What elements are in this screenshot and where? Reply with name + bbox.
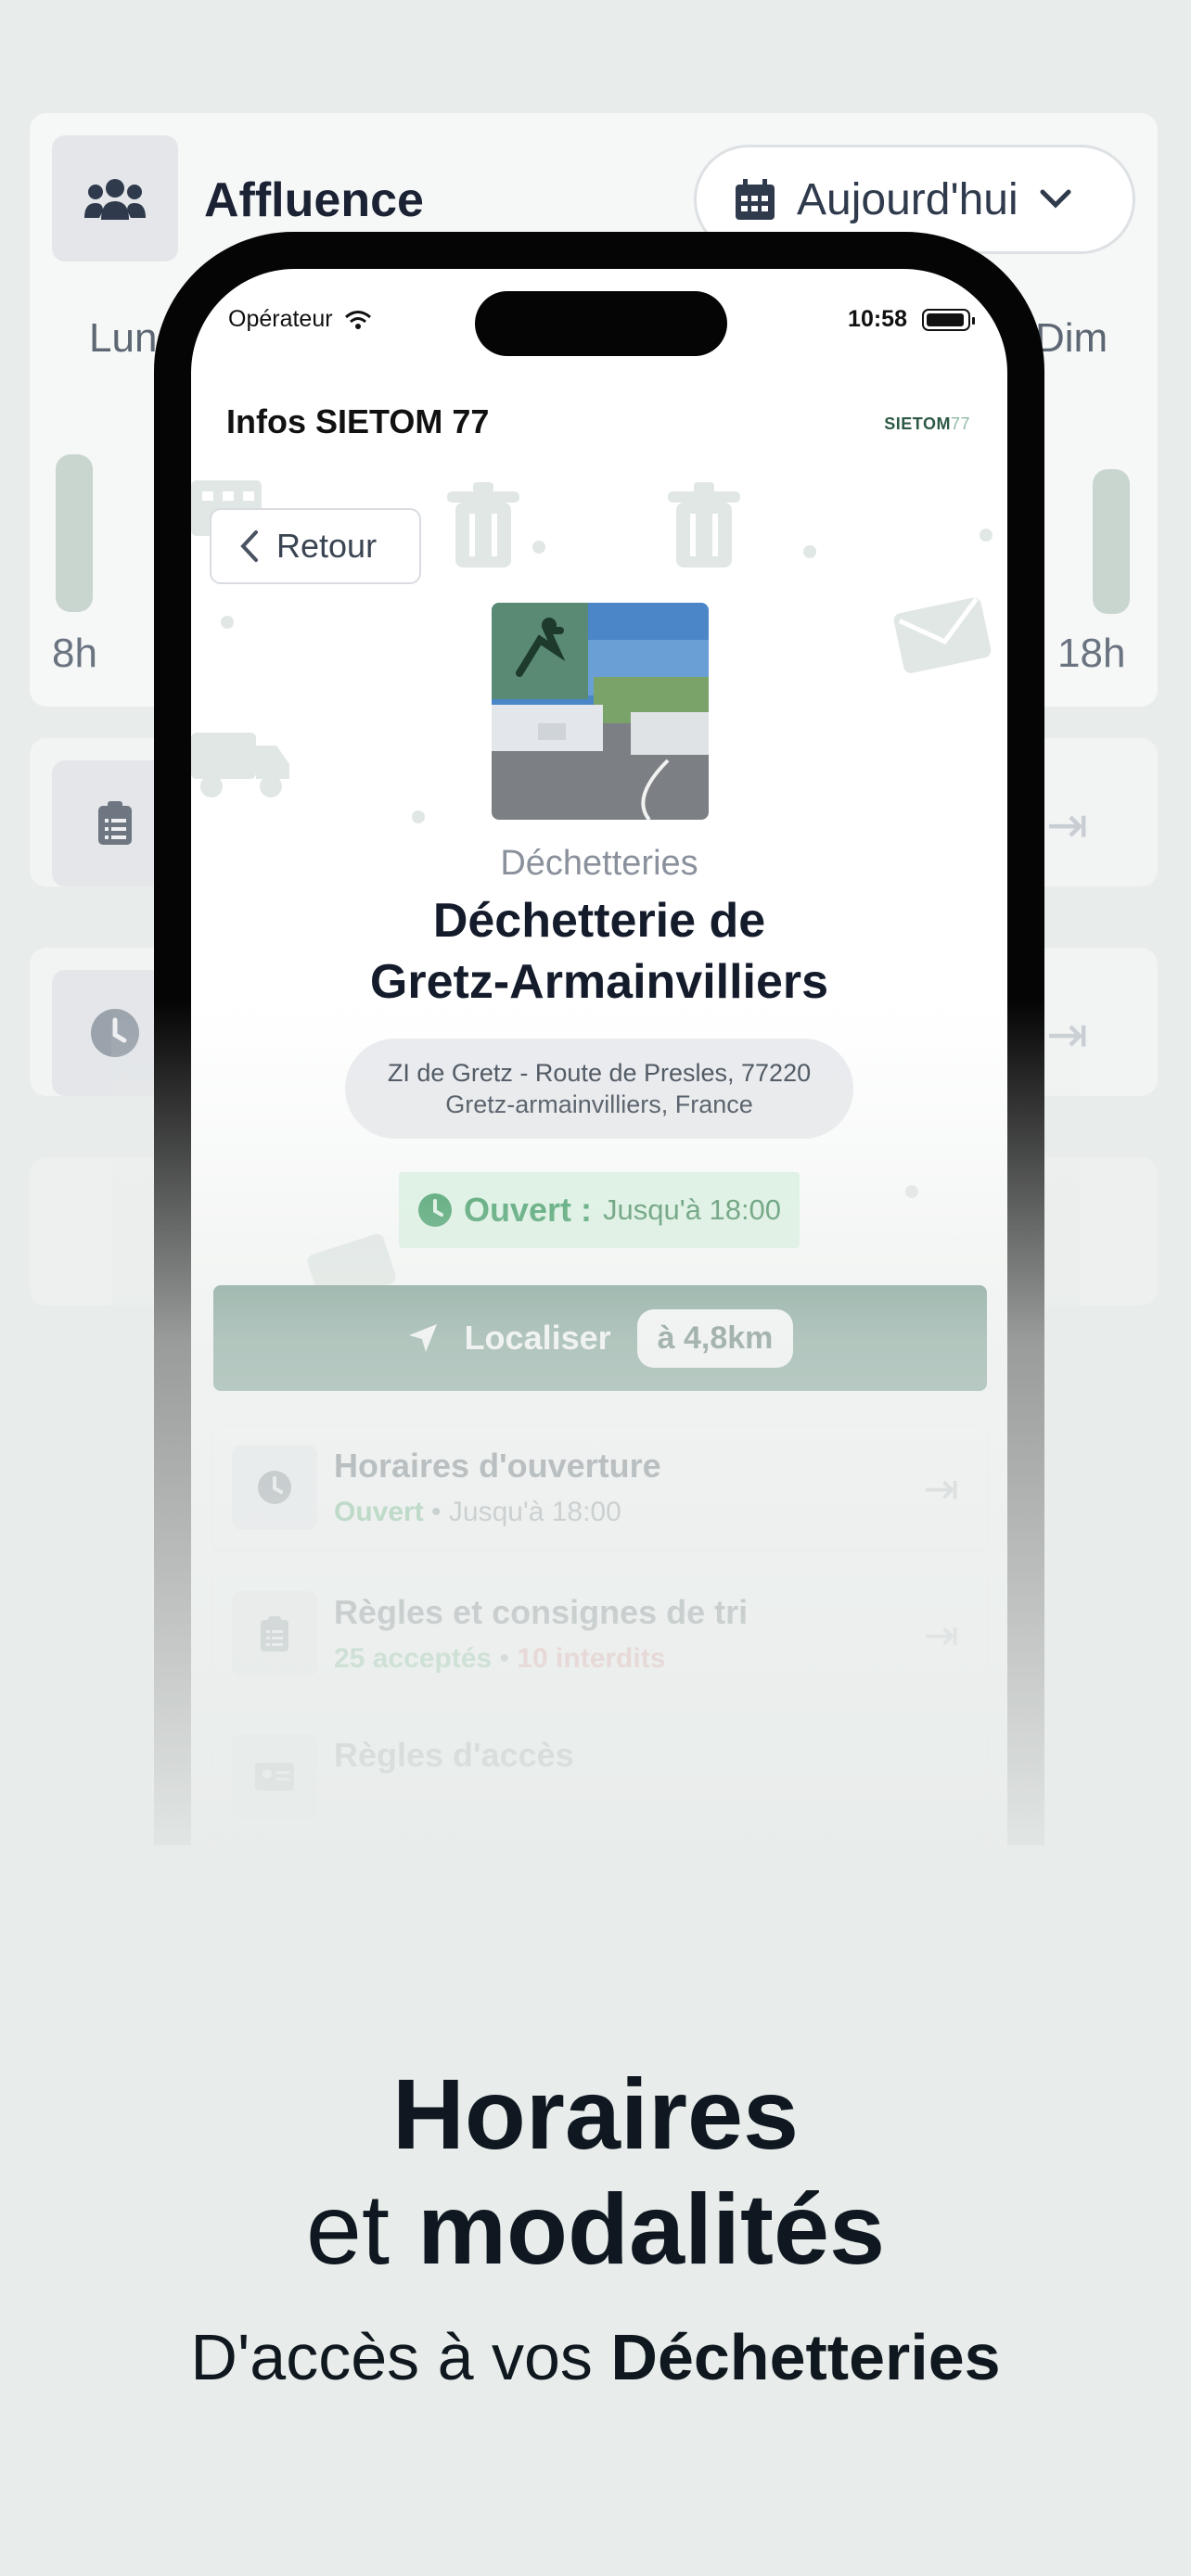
status-right: 10:58	[848, 306, 975, 333]
subline-bold: Déchetteries	[610, 2321, 1001, 2393]
deco-dot	[532, 541, 545, 554]
locate-button-label: Localiser	[464, 1319, 611, 1357]
chevron-down-icon	[1040, 189, 1071, 209]
battery-icon	[922, 308, 975, 331]
open-status-value: Jusqu'à 18:00	[602, 1193, 782, 1226]
opening-hours-title: Horaires d'ouverture	[334, 1447, 661, 1485]
sorting-rules-title: Règles et consignes de tri	[334, 1593, 749, 1631]
place-title-line2: Gretz-Armainvilliers	[369, 955, 829, 1009]
trash-bin-icon	[447, 482, 519, 567]
deco-dot	[980, 529, 992, 542]
calendar-icon	[736, 179, 775, 220]
affluence-bar	[1093, 469, 1130, 614]
back-button-label: Retour	[276, 527, 378, 565]
headline-line2-bold: modalités	[416, 2173, 886, 2285]
place-category: Déchetteries	[500, 844, 698, 883]
hour-label-start: 8h	[52, 631, 97, 676]
status-time: 10:58	[848, 306, 907, 332]
access-rules-row[interactable]: Règles d'accès	[213, 1715, 987, 1838]
deco-dot	[221, 616, 234, 629]
app-title: Infos SIETOM 77	[226, 402, 490, 440]
address-line1: ZI de Gretz - Route de Presles, 77220	[387, 1059, 812, 1087]
sietom-logo: SIETOM77	[884, 414, 970, 433]
opening-hours-subtitle: Ouvert • Jusqu'à 18:00	[334, 1497, 621, 1528]
day-label-lun: Lun	[89, 315, 158, 361]
phone-screen: Opérateur 10:58 Infos SIETOM 77 SIETOM77…	[191, 269, 1007, 1845]
place-title: Déchetterie de Gretz-Armainvilliers	[191, 890, 1007, 1013]
address-pill: ZI de Gretz - Route de Presles, 77220 Gr…	[345, 1039, 853, 1139]
dynamic-island	[475, 291, 727, 356]
marketing-headline: Horaires et modalités	[0, 2057, 1191, 2287]
envelope-icon	[893, 597, 992, 673]
trash-bin-icon	[668, 482, 740, 567]
accepted-count: 25 acceptés	[334, 1643, 493, 1674]
deco-dot	[412, 810, 425, 823]
carrier-label: Opérateur	[228, 306, 333, 332]
separator-dot: •	[431, 1497, 442, 1527]
distance-pill: à 4,8km	[636, 1308, 794, 1368]
headline-line1: Horaires	[391, 2058, 800, 2170]
affluence-title: Affluence	[204, 173, 424, 227]
back-button[interactable]: Retour	[210, 508, 421, 584]
headline-line2-regular: et	[305, 2173, 390, 2285]
deco-dot	[905, 1185, 918, 1198]
status-carrier: Opérateur	[228, 306, 372, 333]
address-line2: Gretz-armainvilliers, France	[445, 1090, 753, 1118]
locate-button[interactable]: Localiser à 4,8km	[213, 1285, 987, 1391]
deco-dot	[803, 545, 816, 558]
forbidden-count: 10 interdits	[517, 1643, 666, 1674]
affluence-icon-box	[52, 135, 178, 261]
clipboard-icon	[232, 1591, 317, 1677]
opening-hours-status: Ouvert	[334, 1497, 424, 1527]
opening-hours-row[interactable]: Horaires d'ouverture Ouvert • Jusqu'à 18…	[213, 1426, 987, 1549]
sorting-rules-subtitle: 25 acceptés • 10 interdits	[334, 1643, 665, 1675]
marketing-subline: D'accès à vos Déchetteries	[0, 2320, 1191, 2394]
hour-label-end: 18h	[1057, 631, 1126, 676]
date-selector-label: Aujourd'hui	[797, 174, 1018, 224]
open-status-label: Ouvert :	[463, 1191, 592, 1229]
arrow-right-bar-icon: ⇥	[923, 1611, 959, 1659]
arrow-right-bar-icon: ⇥	[1046, 797, 1089, 853]
place-title-line1: Déchetterie de	[432, 894, 766, 948]
clock-icon	[417, 1193, 452, 1227]
chevron-left-icon	[240, 530, 258, 562]
wifi-icon	[344, 310, 371, 329]
affluence-bar	[56, 454, 93, 612]
arrow-right-bar-icon: ⇥	[1046, 1007, 1089, 1063]
day-label-dim: Dim	[1035, 315, 1108, 361]
separator-dot: •	[499, 1643, 509, 1674]
arrow-right-bar-icon: ⇥	[923, 1464, 959, 1512]
location-arrow-icon	[408, 1324, 437, 1352]
sorting-rules-row[interactable]: Règles et consignes de tri 25 acceptés •…	[213, 1573, 987, 1695]
clock-icon	[232, 1445, 317, 1530]
opening-hours-detail: Jusqu'à 18:00	[448, 1497, 621, 1527]
place-photo	[492, 603, 709, 820]
truck-icon	[191, 733, 289, 797]
access-rules-title: Règles d'accès	[334, 1736, 574, 1774]
id-card-icon	[232, 1734, 317, 1819]
people-group-icon	[84, 179, 146, 220]
subline-regular: D'accès à vos	[190, 2321, 593, 2393]
open-status-badge: Ouvert : Jusqu'à 18:00	[399, 1172, 800, 1248]
